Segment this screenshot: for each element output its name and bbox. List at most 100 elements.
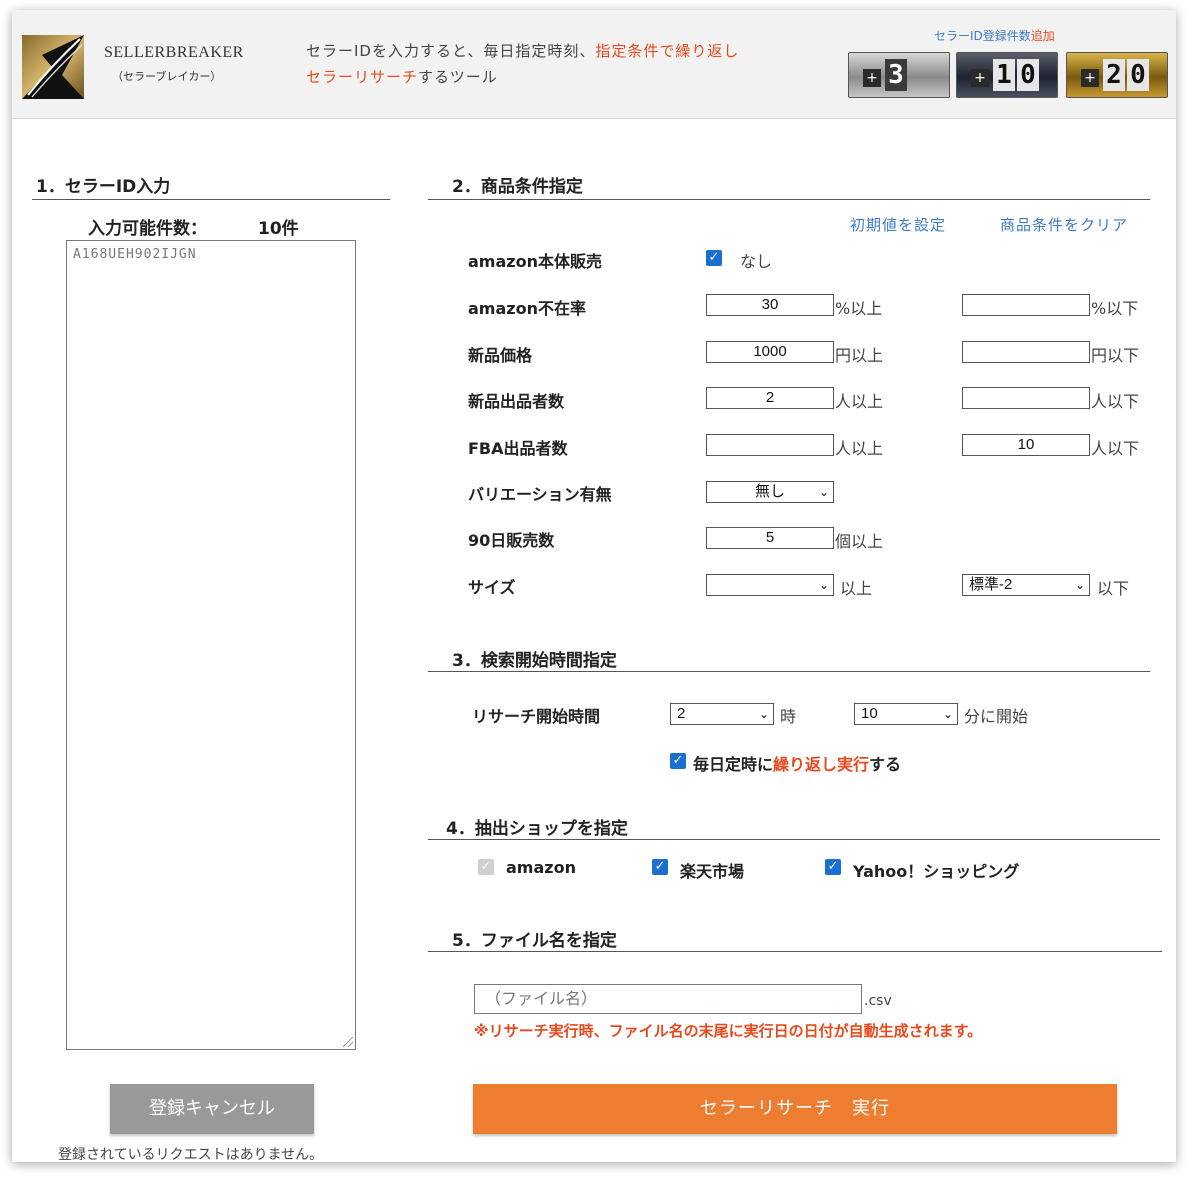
new-price-label: 新品価格 bbox=[468, 346, 533, 365]
fba-sellers-label: FBA出品者数 bbox=[468, 439, 568, 458]
tagline-2-highlight: セラーリサーチ bbox=[306, 68, 419, 86]
chevron-down-icon: ⌄ bbox=[818, 578, 829, 592]
tagline-1-text: セラーIDを入力すると、毎日指定時刻、 bbox=[306, 42, 596, 60]
app-frame: SELLERBREAKER （セラーブレイカー） セラーIDを入力すると、毎日指… bbox=[12, 10, 1176, 1162]
amazon-self-option: なし bbox=[740, 252, 773, 271]
counter-digit: 1 bbox=[993, 59, 1015, 91]
size-min-unit: 以上 bbox=[840, 579, 873, 598]
chevron-down-icon: ⌄ bbox=[758, 707, 769, 721]
counter-digit: 2 bbox=[1103, 59, 1125, 91]
new-price-max-unit: 円以下 bbox=[1091, 346, 1140, 365]
fba-sellers-min-input[interactable] bbox=[706, 434, 834, 456]
shop-amazon-label: amazon bbox=[506, 858, 576, 877]
file-name-input[interactable]: （ファイル名） bbox=[474, 984, 862, 1014]
start-time-label: リサーチ開始時間 bbox=[472, 707, 601, 726]
section4-title: 4．抽出ショップを指定 bbox=[446, 819, 628, 839]
fba-sellers-max-input[interactable]: 10 bbox=[962, 434, 1090, 456]
section5-title: 5．ファイル名を指定 bbox=[452, 931, 617, 951]
shop-rakuten-checkbox[interactable]: ✓ bbox=[652, 859, 668, 875]
section2-title: 2．商品条件指定 bbox=[452, 177, 583, 197]
amazon-absence-min-input[interactable]: 30 bbox=[706, 294, 834, 316]
resize-grip-icon[interactable] bbox=[343, 1037, 353, 1047]
counter-title: セラーID登録件数追加 bbox=[934, 27, 1055, 44]
new-sellers-label: 新品出品者数 bbox=[468, 392, 565, 411]
file-extension: .csv bbox=[864, 993, 892, 1009]
hour-selected: 2 bbox=[677, 705, 686, 722]
cancel-registration-button[interactable]: 登録キャンセル bbox=[110, 1084, 314, 1134]
tagline-line-2: セラーリサーチするツール bbox=[306, 66, 498, 87]
new-sellers-max-unit: 人以下 bbox=[1091, 392, 1140, 411]
capacity-value: 10件 bbox=[258, 219, 299, 239]
variation-label: バリエーション有無 bbox=[468, 485, 612, 504]
new-sellers-max-input[interactable] bbox=[962, 387, 1090, 409]
repeat-highlight: 繰り返し実行 bbox=[773, 755, 870, 774]
minute-select[interactable]: 10 ⌄ bbox=[854, 703, 958, 725]
brand-name: SELLERBREAKER bbox=[104, 44, 244, 61]
fba-sellers-max-unit: 人以下 bbox=[1091, 439, 1140, 458]
add-10-button[interactable]: + 1 0 bbox=[956, 52, 1058, 98]
repeat-prefix: 毎日定時に bbox=[693, 755, 774, 774]
minute-unit: 分に開始 bbox=[964, 707, 1029, 726]
new-price-min-unit: 円以上 bbox=[835, 346, 884, 365]
new-sellers-min-unit: 人以上 bbox=[835, 392, 884, 411]
minute-selected: 10 bbox=[861, 705, 878, 722]
chevron-down-icon: ⌄ bbox=[1074, 578, 1085, 592]
section5-divider bbox=[428, 951, 1162, 952]
counter-title-add: 追加 bbox=[1030, 29, 1055, 43]
no-request-message: 登録されているリクエストはありません。 bbox=[58, 1147, 324, 1162]
logo-icon bbox=[22, 35, 84, 99]
amazon-absence-min-unit: %以上 bbox=[835, 299, 883, 318]
execute-research-button[interactable]: セラーリサーチ 実行 bbox=[473, 1084, 1117, 1134]
section1-title: 1．セラーID入力 bbox=[36, 177, 171, 197]
counter-digit: 0 bbox=[1127, 59, 1149, 91]
size-max-unit: 以下 bbox=[1097, 579, 1130, 598]
seller-id-value: A168UEH902IJGN bbox=[73, 247, 197, 262]
section1-divider bbox=[32, 199, 390, 200]
file-name-note: ※リサーチ実行時、ファイル名の末尾に実行日の日付が自動生成されます。 bbox=[474, 1022, 983, 1040]
size-max-selected: 標準-2 bbox=[969, 576, 1013, 593]
plus-icon: + bbox=[971, 69, 989, 87]
counter-title-text: セラーID登録件数 bbox=[934, 29, 1031, 43]
add-20-button[interactable]: + 2 0 bbox=[1066, 52, 1168, 98]
repeat-suffix: する bbox=[869, 755, 902, 774]
section2-divider bbox=[428, 199, 1150, 200]
new-price-max-input[interactable] bbox=[962, 341, 1090, 363]
add-3-button[interactable]: + 3 bbox=[848, 52, 950, 98]
sales90-min-input[interactable]: 5 bbox=[706, 527, 834, 549]
new-price-min-input[interactable]: 1000 bbox=[706, 341, 834, 363]
variation-selected: 無し bbox=[754, 483, 785, 500]
shop-amazon-checkbox[interactable]: ✓ bbox=[478, 859, 494, 875]
clear-conditions-link[interactable]: 商品条件をクリア bbox=[1000, 214, 1128, 235]
tagline-line-1: セラーIDを入力すると、毎日指定時刻、指定条件で繰り返し bbox=[306, 40, 739, 61]
counter-digit: 0 bbox=[1017, 59, 1039, 91]
tagline-2-text: するツール bbox=[418, 68, 498, 86]
header: SELLERBREAKER （セラーブレイカー） セラーIDを入力すると、毎日指… bbox=[12, 10, 1176, 119]
seller-id-textarea[interactable]: A168UEH902IJGN bbox=[66, 240, 356, 1050]
shop-yahoo-checkbox[interactable]: ✓ bbox=[825, 859, 841, 875]
section3-title: 3．検索開始時間指定 bbox=[452, 651, 617, 671]
section4-divider bbox=[428, 839, 1160, 840]
amazon-absence-max-unit: %以下 bbox=[1091, 299, 1139, 318]
size-min-select[interactable]: ⌄ bbox=[706, 574, 834, 596]
hour-unit: 時 bbox=[780, 707, 797, 726]
section3-divider bbox=[428, 671, 1150, 672]
sales90-unit: 個以上 bbox=[835, 532, 884, 551]
amazon-absence-label: amazon不在率 bbox=[468, 299, 586, 318]
counter-digit: 3 bbox=[885, 59, 907, 91]
size-label: サイズ bbox=[468, 578, 516, 597]
plus-icon: + bbox=[863, 69, 881, 87]
capacity-label: 入力可能件数： bbox=[88, 219, 207, 239]
fba-sellers-min-unit: 人以上 bbox=[835, 439, 884, 458]
set-default-link[interactable]: 初期値を設定 bbox=[850, 214, 946, 235]
amazon-absence-max-input[interactable] bbox=[962, 294, 1090, 316]
hour-select[interactable]: 2 ⌄ bbox=[670, 703, 774, 725]
amazon-self-checkbox[interactable]: ✓ bbox=[706, 250, 722, 266]
amazon-self-label: amazon本体販売 bbox=[468, 252, 602, 271]
shop-rakuten-label: 楽天市場 bbox=[680, 862, 745, 881]
size-max-select[interactable]: 標準-2 ⌄ bbox=[962, 574, 1090, 596]
plus-icon: + bbox=[1081, 69, 1099, 87]
new-sellers-min-input[interactable]: 2 bbox=[706, 387, 834, 409]
repeat-daily-checkbox[interactable]: ✓ bbox=[670, 753, 686, 769]
variation-select[interactable]: 無し ⌄ bbox=[706, 481, 834, 503]
repeat-daily-label: 毎日定時に繰り返し実行する bbox=[693, 751, 901, 775]
